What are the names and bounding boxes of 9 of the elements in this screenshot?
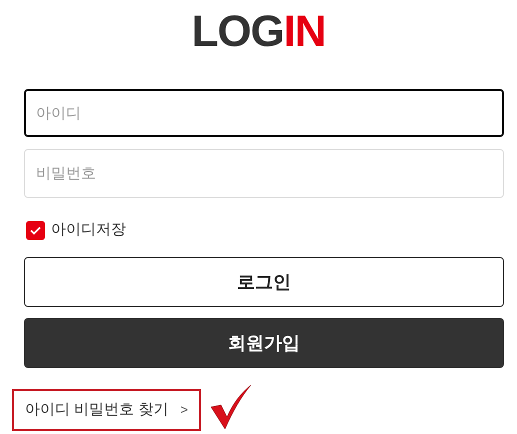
- checkbox[interactable]: [26, 220, 45, 240]
- login-button[interactable]: 로그인: [24, 257, 504, 307]
- checkbox-label: 아이디저장: [51, 220, 126, 240]
- input-field[interactable]: 아이디: [24, 89, 504, 137]
- logo: LOGIN: [192, 8, 326, 56]
- check-icon: [30, 226, 41, 234]
- find-account-link[interactable]: 아이디 비밀번호 찾기 >: [12, 389, 201, 431]
- signup-button[interactable]: 회원가입: [24, 318, 504, 368]
- checkmark-icon: [210, 385, 251, 429]
